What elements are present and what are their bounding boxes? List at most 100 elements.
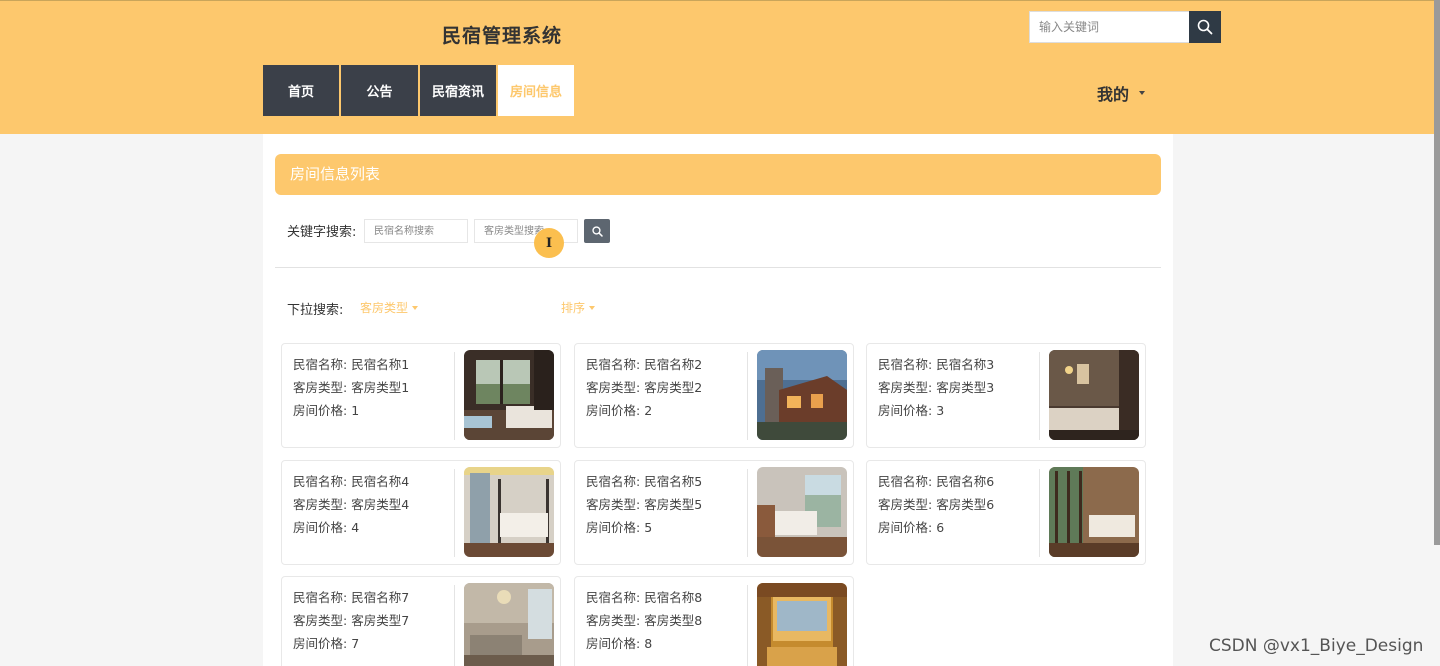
room-price-line: 房间价格: 8 bbox=[586, 632, 746, 655]
room-price-label: 房间价格: bbox=[878, 520, 937, 535]
room-type-line: 客房类型: 客房类型5 bbox=[586, 493, 746, 516]
room-price-label: 房间价格: bbox=[293, 636, 352, 651]
room-name-line: 民宿名称: 民宿名称6 bbox=[878, 470, 1038, 493]
room-card[interactable]: 民宿名称: 民宿名称5 客房类型: 客房类型5 房间价格: 5 bbox=[574, 460, 854, 565]
sort-dropdown[interactable]: 排序 bbox=[561, 299, 596, 316]
room-type-label: 客房类型: bbox=[293, 497, 352, 512]
room-name-label: 民宿名称: bbox=[293, 357, 352, 372]
room-card[interactable]: 民宿名称: 民宿名称7 客房类型: 客房类型7 房间价格: 7 bbox=[281, 576, 561, 666]
room-name: 民宿名称5 bbox=[644, 474, 703, 489]
room-name: 民宿名称4 bbox=[351, 474, 410, 489]
room-card-info: 民宿名称: 民宿名称2 客房类型: 客房类型2 房间价格: 2 bbox=[586, 353, 746, 422]
room-type-line: 客房类型: 客房类型1 bbox=[293, 376, 453, 399]
room-name-line: 民宿名称: 民宿名称7 bbox=[293, 586, 453, 609]
room-name: 民宿名称3 bbox=[936, 357, 995, 372]
room-photo[interactable] bbox=[757, 467, 847, 557]
card-divider bbox=[747, 352, 748, 440]
watermark-text: CSDN @vx1_Biye_Design bbox=[1209, 636, 1424, 656]
room-type-dropdown-label: 客房类型 bbox=[360, 301, 409, 315]
room-name-line: 民宿名称: 民宿名称4 bbox=[293, 470, 453, 493]
room-type-dropdown[interactable]: 客房类型 bbox=[360, 299, 419, 316]
room-card[interactable]: 民宿名称: 民宿名称4 客房类型: 客房类型4 房间价格: 4 bbox=[281, 460, 561, 565]
room-name-line: 民宿名称: 民宿名称5 bbox=[586, 470, 746, 493]
room-type: 客房类型2 bbox=[644, 380, 703, 395]
site-title: 民宿管理系统 bbox=[442, 25, 563, 47]
room-price-label: 房间价格: bbox=[293, 520, 352, 535]
room-type-line: 客房类型: 客房类型3 bbox=[878, 376, 1038, 399]
room-card[interactable]: 民宿名称: 民宿名称1 客房类型: 客房类型1 房间价格: 1 bbox=[281, 343, 561, 448]
room-name: 民宿名称7 bbox=[351, 590, 410, 605]
room-price: 6 bbox=[936, 520, 945, 535]
room-name: 民宿名称2 bbox=[644, 357, 703, 372]
card-divider bbox=[1039, 469, 1040, 557]
room-card-info: 民宿名称: 民宿名称4 客房类型: 客房类型4 房间价格: 4 bbox=[293, 470, 453, 539]
nav-item-notice[interactable]: 公告 bbox=[341, 65, 418, 116]
keyword-search-button[interactable] bbox=[584, 219, 610, 243]
room-card[interactable]: 民宿名称: 民宿名称3 客房类型: 客房类型3 房间价格: 3 bbox=[866, 343, 1146, 448]
room-price-line: 房间价格: 7 bbox=[293, 632, 453, 655]
room-type: 客房类型1 bbox=[351, 380, 410, 395]
room-photo[interactable] bbox=[464, 583, 554, 666]
room-price-label: 房间价格: bbox=[586, 403, 645, 418]
room-price-line: 房间价格: 6 bbox=[878, 516, 1038, 539]
room-photo[interactable] bbox=[757, 350, 847, 440]
nav-item-news[interactable]: 民宿资讯 bbox=[420, 65, 496, 116]
room-price: 7 bbox=[351, 636, 360, 651]
room-name: 民宿名称8 bbox=[644, 590, 703, 605]
room-name-line: 民宿名称: 民宿名称1 bbox=[293, 353, 453, 376]
name-search-input[interactable] bbox=[364, 219, 468, 243]
room-card[interactable]: 民宿名称: 民宿名称8 客房类型: 客房类型8 房间价格: 8 bbox=[574, 576, 854, 666]
room-price: 8 bbox=[644, 636, 653, 651]
site-header: 民宿管理系统 首页 公告 民宿资讯 房间信息 我的 bbox=[0, 0, 1440, 134]
room-type-label: 客房类型: bbox=[293, 613, 352, 628]
room-price: 2 bbox=[644, 403, 653, 418]
room-name-label: 民宿名称: bbox=[878, 474, 937, 489]
card-divider bbox=[747, 469, 748, 557]
room-photo[interactable] bbox=[757, 583, 847, 666]
room-card-info: 民宿名称: 民宿名称7 客房类型: 客房类型7 房间价格: 7 bbox=[293, 586, 453, 655]
room-price-line: 房间价格: 2 bbox=[586, 399, 746, 422]
room-card[interactable]: 民宿名称: 民宿名称6 客房类型: 客房类型6 房间价格: 6 bbox=[866, 460, 1146, 565]
keyword-search-label: 关键字搜索: bbox=[287, 225, 357, 240]
header-search-input[interactable] bbox=[1029, 11, 1189, 43]
room-photo[interactable] bbox=[464, 350, 554, 440]
room-type-line: 客房类型: 客房类型6 bbox=[878, 493, 1038, 516]
room-name-label: 民宿名称: bbox=[586, 474, 645, 489]
room-type-line: 客房类型: 客房类型8 bbox=[586, 609, 746, 632]
room-price-label: 房间价格: bbox=[293, 403, 352, 418]
divider bbox=[275, 267, 1161, 268]
room-photo[interactable] bbox=[464, 467, 554, 557]
nav-item-room-info[interactable]: 房间信息 bbox=[498, 65, 574, 116]
panel-title: 房间信息列表 bbox=[275, 154, 1161, 195]
page-scrollbar[interactable] bbox=[1434, 0, 1440, 545]
room-price-line: 房间价格: 5 bbox=[586, 516, 746, 539]
header-search-button[interactable] bbox=[1189, 11, 1221, 43]
room-name: 民宿名称6 bbox=[936, 474, 995, 489]
card-divider bbox=[454, 469, 455, 557]
room-price-label: 房间价格: bbox=[586, 520, 645, 535]
mine-menu[interactable]: 我的 bbox=[1097, 81, 1146, 105]
caret-down-icon bbox=[589, 305, 596, 310]
room-type-line: 客房类型: 客房类型2 bbox=[586, 376, 746, 399]
room-name-label: 民宿名称: bbox=[586, 357, 645, 372]
room-card-info: 民宿名称: 民宿名称1 客房类型: 客房类型1 房间价格: 1 bbox=[293, 353, 453, 422]
card-divider bbox=[747, 585, 748, 666]
room-name-label: 民宿名称: bbox=[586, 590, 645, 605]
sort-dropdown-label: 排序 bbox=[561, 301, 586, 315]
room-price: 4 bbox=[351, 520, 360, 535]
room-photo[interactable] bbox=[1049, 467, 1139, 557]
search-icon bbox=[591, 225, 603, 237]
nav-item-home[interactable]: 首页 bbox=[263, 65, 339, 116]
room-photo[interactable] bbox=[1049, 350, 1139, 440]
card-divider bbox=[1039, 352, 1040, 440]
room-type-label: 客房类型: bbox=[878, 497, 937, 512]
room-card-info: 民宿名称: 民宿名称8 客房类型: 客房类型8 房间价格: 8 bbox=[586, 586, 746, 655]
room-card-info: 民宿名称: 民宿名称5 客房类型: 客房类型5 房间价格: 5 bbox=[586, 470, 746, 539]
room-name-line: 民宿名称: 民宿名称3 bbox=[878, 353, 1038, 376]
room-type: 客房类型7 bbox=[351, 613, 410, 628]
room-name-label: 民宿名称: bbox=[293, 474, 352, 489]
room-card[interactable]: 民宿名称: 民宿名称2 客房类型: 客房类型2 房间价格: 2 bbox=[574, 343, 854, 448]
room-price: 5 bbox=[644, 520, 653, 535]
room-type-label: 客房类型: bbox=[586, 380, 645, 395]
room-type-label: 客房类型: bbox=[293, 380, 352, 395]
